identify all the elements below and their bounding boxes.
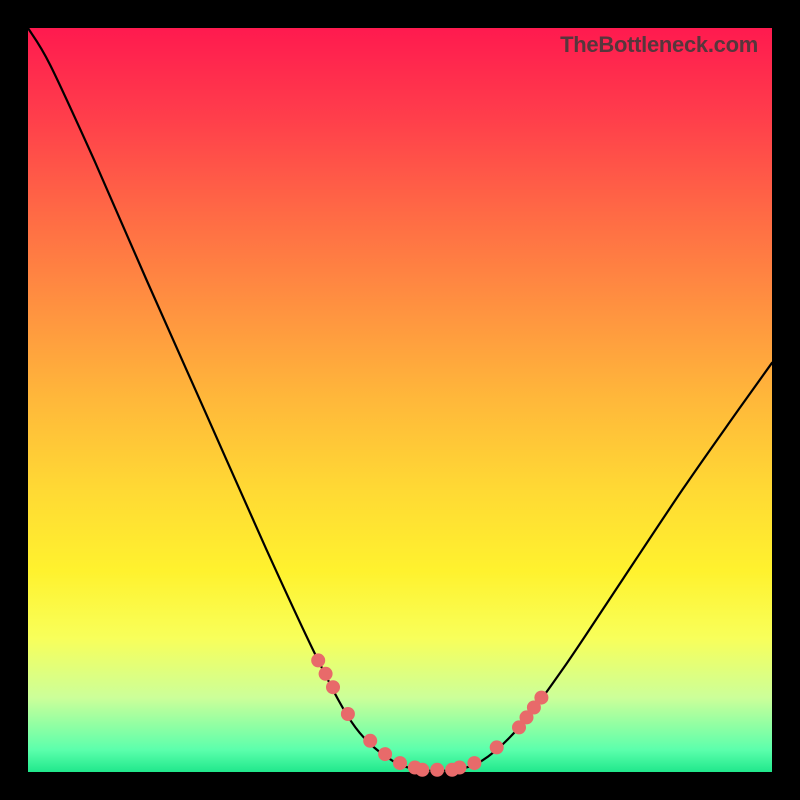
sample-dot [467, 756, 481, 770]
sample-dot [453, 761, 467, 775]
sample-dot [490, 740, 504, 754]
sample-dot [534, 691, 548, 705]
sample-dot [378, 747, 392, 761]
sample-dot [319, 667, 333, 681]
curve-svg [28, 28, 772, 772]
chart-plot-area: TheBottleneck.com [28, 28, 772, 772]
sample-dot [415, 763, 429, 777]
sample-dot [393, 756, 407, 770]
sample-dot [363, 734, 377, 748]
watermark-text: TheBottleneck.com [560, 32, 758, 58]
sample-dot [326, 680, 340, 694]
sample-dot [341, 707, 355, 721]
sample-dot [430, 763, 444, 777]
sample-dots-group [311, 653, 548, 776]
bottleneck-curve [28, 28, 772, 771]
sample-dot [311, 653, 325, 667]
